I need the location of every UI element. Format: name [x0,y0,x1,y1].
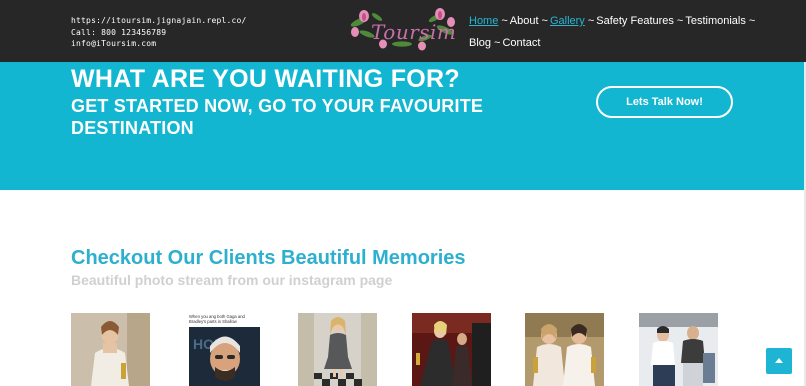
email-link[interactable]: info@iToursim.com [71,38,247,50]
phone-text: Call: 800 123456789 [71,27,167,37]
gallery-title: Checkout Our Clients Beautiful Memories [71,247,466,269]
nav-separator: ~ [501,15,508,27]
nav-row-2: Blog ~ Contact [469,32,739,54]
arrow-up-icon [775,358,783,363]
photo-caption: When you ang both Gaga and Bradley's par… [189,314,245,324]
website-link[interactable]: https://itoursim.jignajain.repl.co/ [71,15,247,27]
nav-about[interactable]: About [510,10,539,32]
logo-text: Toursim [371,20,457,44]
nav-separator: ~ [541,15,548,27]
site-logo[interactable]: Toursim [347,8,459,52]
gallery-photo-5[interactable] [525,313,604,386]
banner-title: WHAT ARE YOU WAITING FOR? [71,65,460,93]
nav-separator: ~ [587,15,595,27]
gallery-photo-2[interactable]: When you ang both Gaga and Bradley's par… [185,313,264,386]
nav-gallery[interactable]: Gallery [550,10,585,32]
nav-blog[interactable]: Blog [469,32,491,54]
gallery-photo-1[interactable] [71,313,150,386]
nav-separator: ~ [676,15,684,27]
gallery-photo-3[interactable] [298,313,377,386]
nav-row-1: Home ~ About ~ Gallery ~ Safety Features… [469,10,755,32]
nav-safety-features[interactable]: Safety Features [596,10,674,32]
nav-separator: ~ [748,15,756,27]
contact-info: https://itoursim.jignajain.repl.co/ Call… [71,15,247,50]
nav-testimonials[interactable]: Testimonials [685,10,746,32]
banner-subtitle: GET STARTED NOW, GO TO YOUR FAVOURITE DE… [71,96,484,138]
nav-home[interactable]: Home [469,10,498,32]
nav-contact[interactable]: Contact [502,32,540,54]
gallery-subtitle: Beautiful photo stream from our instagra… [71,272,393,288]
main-nav: Home ~ About ~ Gallery ~ Safety Features… [469,10,755,54]
cta-banner: WHAT ARE YOU WAITING FOR? GET STARTED NO… [0,62,806,190]
gallery-photo-4[interactable] [412,313,491,386]
lets-talk-button[interactable]: Lets Talk Now! [596,86,733,118]
nav-separator: ~ [494,37,501,49]
scroll-to-top-button[interactable] [766,348,792,374]
site-header: https://itoursim.jignajain.repl.co/ Call… [0,0,806,62]
gallery-photo-6[interactable] [639,313,718,386]
